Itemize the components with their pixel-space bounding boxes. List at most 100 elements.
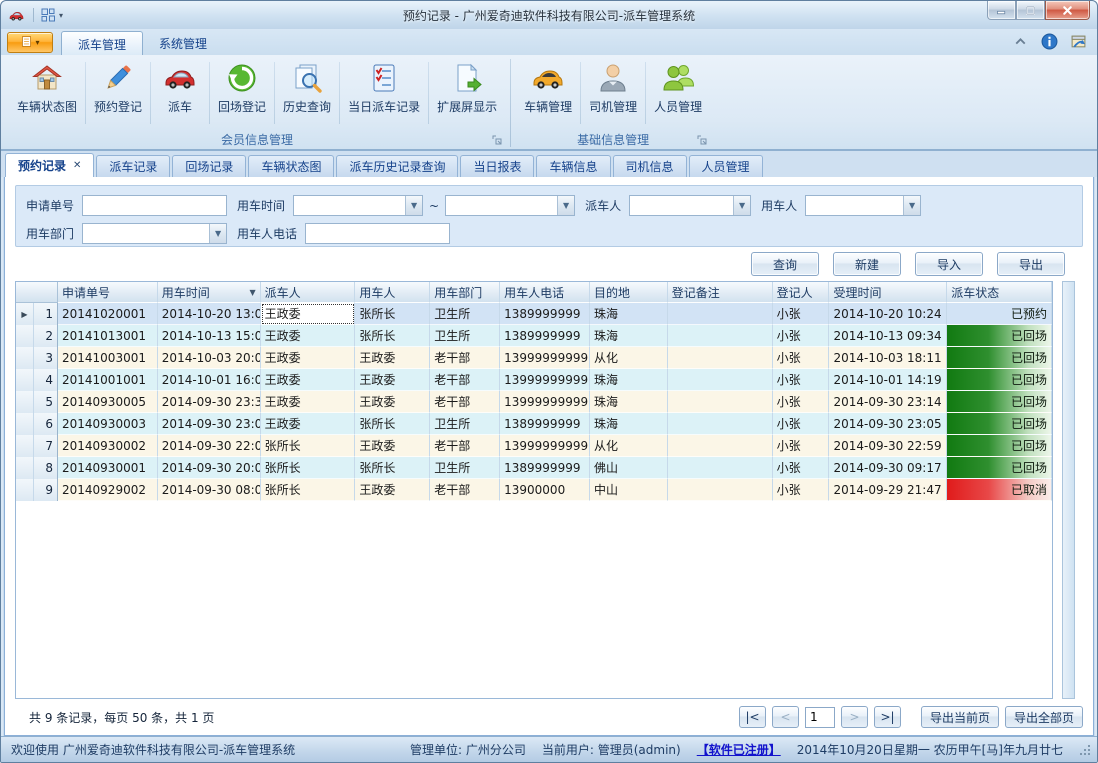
cell-accept_time[interactable]: 2014-09-30 22:59 xyxy=(829,435,947,457)
cell-phone[interactable]: 13999999999 xyxy=(500,435,590,457)
table-row[interactable]: 6201409300032014-09-30 23:00王政委张所长卫生所138… xyxy=(16,413,1052,435)
cell-dispatcher[interactable]: 王政委 xyxy=(261,413,356,435)
cell-dispatcher[interactable]: 张所长 xyxy=(261,479,356,501)
cell-remark[interactable] xyxy=(668,457,773,479)
create-button[interactable]: 新建 xyxy=(833,252,901,276)
chevron-down-icon[interactable]: ▼ xyxy=(557,196,574,215)
cell-destination[interactable]: 珠海 xyxy=(590,303,668,325)
cell-accept_time[interactable]: 2014-09-30 23:14 xyxy=(829,391,947,413)
dialog-launcher-icon[interactable] xyxy=(492,135,503,146)
ribbon-item[interactable]: 车辆管理 xyxy=(516,58,580,128)
cell-accept_time[interactable]: 2014-10-01 14:19 xyxy=(829,369,947,391)
cell-destination[interactable]: 珠海 xyxy=(590,391,668,413)
cell-use_time[interactable]: 2014-09-30 08:00 xyxy=(158,479,261,501)
cell-user[interactable]: 王政委 xyxy=(355,391,430,413)
cell-user[interactable]: 王政委 xyxy=(355,435,430,457)
cell-phone[interactable]: 13999999999 xyxy=(500,369,590,391)
cell-department[interactable]: 卫生所 xyxy=(430,457,500,479)
cell-destination[interactable]: 珠海 xyxy=(590,413,668,435)
cell-status[interactable]: 已回场 xyxy=(947,413,1052,435)
table-row[interactable]: 2201410130012014-10-13 15:00王政委张所长卫生所138… xyxy=(16,325,1052,347)
cell-phone[interactable]: 13999999999 xyxy=(500,347,590,369)
cell-status[interactable]: 已回场 xyxy=(947,347,1052,369)
ribbon-item[interactable]: 人员管理 xyxy=(646,58,710,128)
order-no-input[interactable] xyxy=(82,195,227,216)
vertical-scrollbar[interactable] xyxy=(1062,281,1075,699)
doc-tab[interactable]: 车辆状态图 xyxy=(248,155,334,177)
cell-department[interactable]: 老干部 xyxy=(430,479,500,501)
ribbon-item[interactable]: 历史查询 xyxy=(275,58,339,128)
cell-phone[interactable]: 1389999999 xyxy=(500,413,590,435)
cell-department[interactable]: 老干部 xyxy=(430,347,500,369)
column-header-user[interactable]: 用车人 xyxy=(355,282,430,303)
cell-dispatcher[interactable]: 王政委 xyxy=(261,391,356,413)
cell-order_no[interactable]: 20141001001 xyxy=(58,369,158,391)
cell-use_time[interactable]: 2014-09-30 22:00 xyxy=(158,435,261,457)
cell-accept_time[interactable]: 2014-09-30 09:17 xyxy=(829,457,947,479)
table-row[interactable]: 7201409300022014-09-30 22:00张所长王政委老干部139… xyxy=(16,435,1052,457)
doc-tab[interactable]: 司机信息 xyxy=(613,155,687,177)
column-header-remark[interactable]: 登记备注 xyxy=(668,282,773,303)
row-indicator[interactable]: ▶ xyxy=(16,303,34,325)
doc-tab[interactable]: 人员管理 xyxy=(689,155,763,177)
doc-tab[interactable]: 派车历史记录查询 xyxy=(336,155,458,177)
cell-registrar[interactable]: 小张 xyxy=(773,413,830,435)
cell-accept_time[interactable]: 2014-10-20 10:24 xyxy=(829,303,947,325)
chevron-down-icon[interactable]: ▾ xyxy=(59,11,63,20)
chevron-up-icon[interactable] xyxy=(1012,33,1029,50)
cell-user[interactable]: 王政委 xyxy=(355,347,430,369)
doc-tab[interactable]: 车辆信息 xyxy=(536,155,610,177)
cell-registrar[interactable]: 小张 xyxy=(773,325,830,347)
cell-dispatcher[interactable]: 张所长 xyxy=(261,435,356,457)
car-icon[interactable] xyxy=(9,8,27,23)
cell-order_no[interactable]: 20140930005 xyxy=(58,391,158,413)
chevron-down-icon[interactable]: ▼ xyxy=(903,196,920,215)
app-menu-button[interactable]: ▾ xyxy=(7,32,53,53)
cell-order_no[interactable]: 20140929002 xyxy=(58,479,158,501)
column-header-registrar[interactable]: 登记人 xyxy=(773,282,830,303)
ribbon-item[interactable]: 预约登记 xyxy=(86,58,150,128)
cell-use_time[interactable]: 2014-10-01 16:00 xyxy=(158,369,261,391)
page-number-input[interactable] xyxy=(805,707,835,728)
export-current-page-button[interactable]: 导出当前页 xyxy=(921,706,999,728)
column-header-destination[interactable]: 目的地 xyxy=(590,282,668,303)
cell-phone[interactable]: 1389999999 xyxy=(500,303,590,325)
cell-department[interactable]: 老干部 xyxy=(430,435,500,457)
layout-grid-icon[interactable] xyxy=(40,7,56,23)
ribbon-item[interactable]: 当日派车记录 xyxy=(340,58,428,128)
pager-first-button[interactable]: |< xyxy=(739,706,766,728)
cell-status[interactable]: 已回场 xyxy=(947,457,1052,479)
cell-use_time[interactable]: 2014-09-30 20:00 xyxy=(158,457,261,479)
cell-registrar[interactable]: 小张 xyxy=(773,435,830,457)
sort-indicator-icon[interactable]: ▼ xyxy=(249,288,255,297)
table-row[interactable]: 3201410030012014-10-03 20:00王政委王政委老干部139… xyxy=(16,347,1052,369)
cell-accept_time[interactable]: 2014-09-30 23:05 xyxy=(829,413,947,435)
cell-department[interactable]: 老干部 xyxy=(430,369,500,391)
cell-phone[interactable]: 13900000 xyxy=(500,479,590,501)
cell-order_no[interactable]: 20140930002 xyxy=(58,435,158,457)
cell-destination[interactable]: 中山 xyxy=(590,479,668,501)
ribbon-item[interactable]: 派车 xyxy=(151,58,209,128)
cell-department[interactable]: 卫生所 xyxy=(430,413,500,435)
cell-use_time[interactable]: 2014-10-20 13:00 xyxy=(158,303,261,325)
cell-user[interactable]: 王政委 xyxy=(355,369,430,391)
doc-tab[interactable]: 派车记录 xyxy=(96,155,170,177)
table-row[interactable]: 9201409290022014-09-30 08:00张所长王政委老干部139… xyxy=(16,479,1052,501)
cell-user[interactable]: 张所长 xyxy=(355,303,430,325)
cell-remark[interactable] xyxy=(668,303,773,325)
cell-department[interactable]: 卫生所 xyxy=(430,325,500,347)
cell-phone[interactable]: 1389999999 xyxy=(500,325,590,347)
cell-order_no[interactable]: 20141020001 xyxy=(58,303,158,325)
pager-last-button[interactable]: >| xyxy=(874,706,901,728)
cell-status[interactable]: 已回场 xyxy=(947,391,1052,413)
minimize-button[interactable] xyxy=(987,1,1016,20)
cell-use_time[interactable]: 2014-09-30 23:30 xyxy=(158,391,261,413)
export-all-pages-button[interactable]: 导出全部页 xyxy=(1005,706,1083,728)
cell-order_no[interactable]: 20141013001 xyxy=(58,325,158,347)
maximize-button[interactable] xyxy=(1016,1,1045,20)
row-indicator[interactable] xyxy=(16,347,34,369)
cell-dispatcher[interactable]: 王政委 xyxy=(261,347,356,369)
row-indicator[interactable] xyxy=(16,369,34,391)
cell-destination[interactable]: 佛山 xyxy=(590,457,668,479)
license-link[interactable]: 【软件已注册】 xyxy=(697,741,781,758)
